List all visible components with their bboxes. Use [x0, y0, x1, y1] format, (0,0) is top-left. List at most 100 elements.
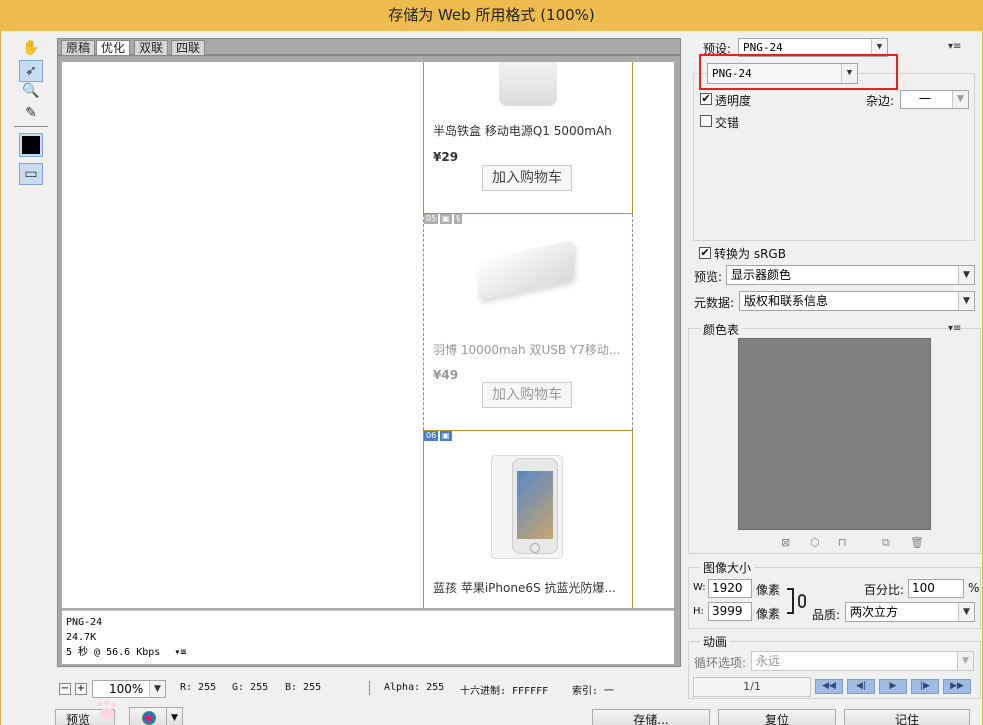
chevron-down-icon: ▼ [957, 652, 973, 670]
preview-select[interactable]: 显示器颜色 ▼ [726, 265, 975, 285]
info-download-time: 5 秒 @ 56.6 Kbps [66, 647, 161, 658]
quality-value: 两次立方 [850, 605, 899, 619]
browser-select[interactable]: ▼ [129, 707, 183, 725]
matte-select[interactable]: 一 ▼ [900, 90, 969, 109]
interlaced-label: 交错 [715, 116, 740, 130]
preview-canvas[interactable]: 半岛铁盒 移动电源Q1 5000mAh ¥29 加入购物车 05 ▣ § 羽博 … [62, 62, 674, 608]
previous-frame-icon[interactable]: ◀| [847, 679, 875, 694]
chevron-down-icon: ▼ [958, 603, 974, 621]
optimize-menu-icon[interactable]: ▾≡ [948, 41, 961, 52]
readout-alpha: Alpha: 255 [384, 682, 445, 693]
loop-value: 永远 [756, 654, 781, 668]
width-input[interactable]: 1920 [708, 579, 752, 598]
height-label: H: [693, 606, 704, 617]
transparency-checkbox[interactable]: ✔ [700, 93, 712, 105]
info-format: PNG-24 [66, 617, 103, 628]
add-to-cart-button: 加入购物车 [482, 382, 572, 408]
eyedropper-tool-icon[interactable]: ✎ [19, 102, 43, 124]
zoom-out-button[interactable]: − [59, 683, 71, 695]
iphone-image [491, 455, 563, 559]
slice-image-icon: ▣ [440, 214, 452, 224]
window-title: 存储为 Web 所用格式 (100%) [388, 6, 595, 24]
chevron-down-icon: ▼ [149, 681, 165, 697]
image-size-title: 图像大小 [700, 559, 755, 576]
play-icon[interactable]: ▶ [879, 679, 907, 694]
save-button[interactable]: 存储... [592, 709, 710, 725]
transparency-label: 透明度 [715, 94, 752, 108]
matte-label: 杂边: [866, 94, 895, 108]
frame-counter-text: 1/1 [743, 680, 761, 693]
slice-image-icon: ▣ [440, 431, 452, 441]
cat-paw-icon [94, 700, 120, 725]
frame-counter: 1/1 [693, 677, 811, 697]
product-name: 蓝孩 苹果iPhone6S 抗蓝光防爆... [433, 581, 616, 595]
eyedropper-color-swatch[interactable] [19, 133, 43, 157]
zoom-in-button[interactable]: + [75, 683, 87, 695]
product-price: ¥49 [433, 368, 459, 382]
link-chain-icon[interactable] [798, 594, 806, 608]
last-frame-icon[interactable]: ▶▶ [943, 679, 971, 694]
quality-select[interactable]: 两次立方 ▼ [845, 602, 975, 622]
convert-srgb-checkbox[interactable]: ✔ [699, 247, 711, 259]
product-name: 羽博 10000mah 双USB Y7移动... [433, 343, 621, 357]
height-input[interactable]: 3999 [708, 602, 752, 621]
delete-color-icon[interactable]: 🗑 [910, 536, 924, 549]
tab-4-up[interactable]: 四联 [171, 40, 206, 55]
convert-srgb-label: 转换为 sRGB [714, 247, 786, 261]
readout-hex: 十六进制: FFFFFF [460, 686, 549, 697]
percent-unit: % [968, 581, 980, 595]
readout-green: G: 255 [232, 682, 269, 693]
product-card: 半岛铁盒 移动电源Q1 5000mAh ¥29 加入购物车 [423, 62, 633, 214]
width-unit: 像素 [756, 583, 781, 597]
slice-select-tool-icon[interactable]: ➶ [19, 60, 43, 82]
percent-label: 百分比: [864, 583, 905, 597]
power-bank-image [472, 236, 582, 310]
web-shift-icon[interactable]: ⬡ [810, 536, 820, 549]
color-table-title: 颜色表 [700, 321, 743, 338]
remember-button[interactable]: 记住 [844, 709, 970, 725]
info-file-size: 24.7K [66, 632, 97, 643]
optimization-info: PNG-24 24.7K 5 秒 @ 56.6 Kbps ▾≡ [62, 610, 674, 664]
zoom-value: 100% [109, 682, 144, 696]
readout-index: 索引: 一 [572, 686, 615, 697]
metadata-label: 元数据: [694, 296, 735, 310]
chevron-down-icon: ▼ [952, 91, 968, 108]
toggle-slices-visibility-icon[interactable]: ▭ [19, 163, 43, 185]
metadata-select[interactable]: 版权和联系信息 ▼ [739, 291, 975, 311]
preset-value: PNG-24 [743, 41, 783, 54]
tab-2-up[interactable]: 双联 [134, 40, 169, 55]
animation-title: 动画 [700, 633, 731, 650]
new-color-icon[interactable]: ⧉ [882, 536, 890, 550]
slice-link-icon: § [454, 214, 462, 224]
quality-label: 品质: [812, 608, 841, 622]
chevron-down-icon: ▼ [958, 292, 974, 310]
next-frame-icon[interactable]: |▶ [911, 679, 939, 694]
hand-tool-icon[interactable]: ✋ [19, 37, 43, 59]
first-frame-icon[interactable]: ◀◀ [815, 679, 843, 694]
map-transparent-icon[interactable]: ⊠ [781, 536, 790, 549]
constrain-bracket [787, 588, 794, 614]
reset-button[interactable]: 复位 [718, 709, 836, 725]
interlaced-checkbox[interactable] [700, 115, 712, 127]
height-unit: 像素 [756, 607, 781, 621]
lock-color-icon[interactable]: ⊓ [838, 536, 847, 549]
zoom-select[interactable]: 100% ▼ [92, 680, 166, 698]
zoom-tool-icon[interactable]: 🔍 [19, 80, 43, 102]
chevron-down-icon: ▼ [166, 708, 182, 725]
toolbox-divider [14, 126, 48, 127]
slice-badge: 05 [424, 214, 439, 224]
chevron-down-icon: ▼ [958, 266, 974, 284]
percent-input[interactable]: 100 [908, 579, 964, 598]
tab-original[interactable]: 原稿 [61, 40, 96, 55]
tab-optimized[interactable]: 优化 [96, 40, 131, 55]
metadata-value: 版权和联系信息 [744, 294, 829, 308]
color-table-swatches[interactable] [738, 338, 931, 530]
product-price: ¥29 [433, 150, 459, 164]
loop-select[interactable]: 永远 ▼ [751, 651, 974, 671]
download-speed-menu-icon[interactable]: ▾≡ [174, 647, 186, 658]
readout-blue: B: 255 [285, 682, 322, 693]
title-bar: 存储为 Web 所用格式 (100%) [0, 0, 983, 31]
color-table-menu-icon[interactable]: ▾≡ [948, 323, 961, 334]
product-card-slice: 05 ▣ § 羽博 10000mah 双USB Y7移动... ¥49 加入购物… [423, 214, 633, 430]
preview-label: 预览: [694, 270, 723, 284]
